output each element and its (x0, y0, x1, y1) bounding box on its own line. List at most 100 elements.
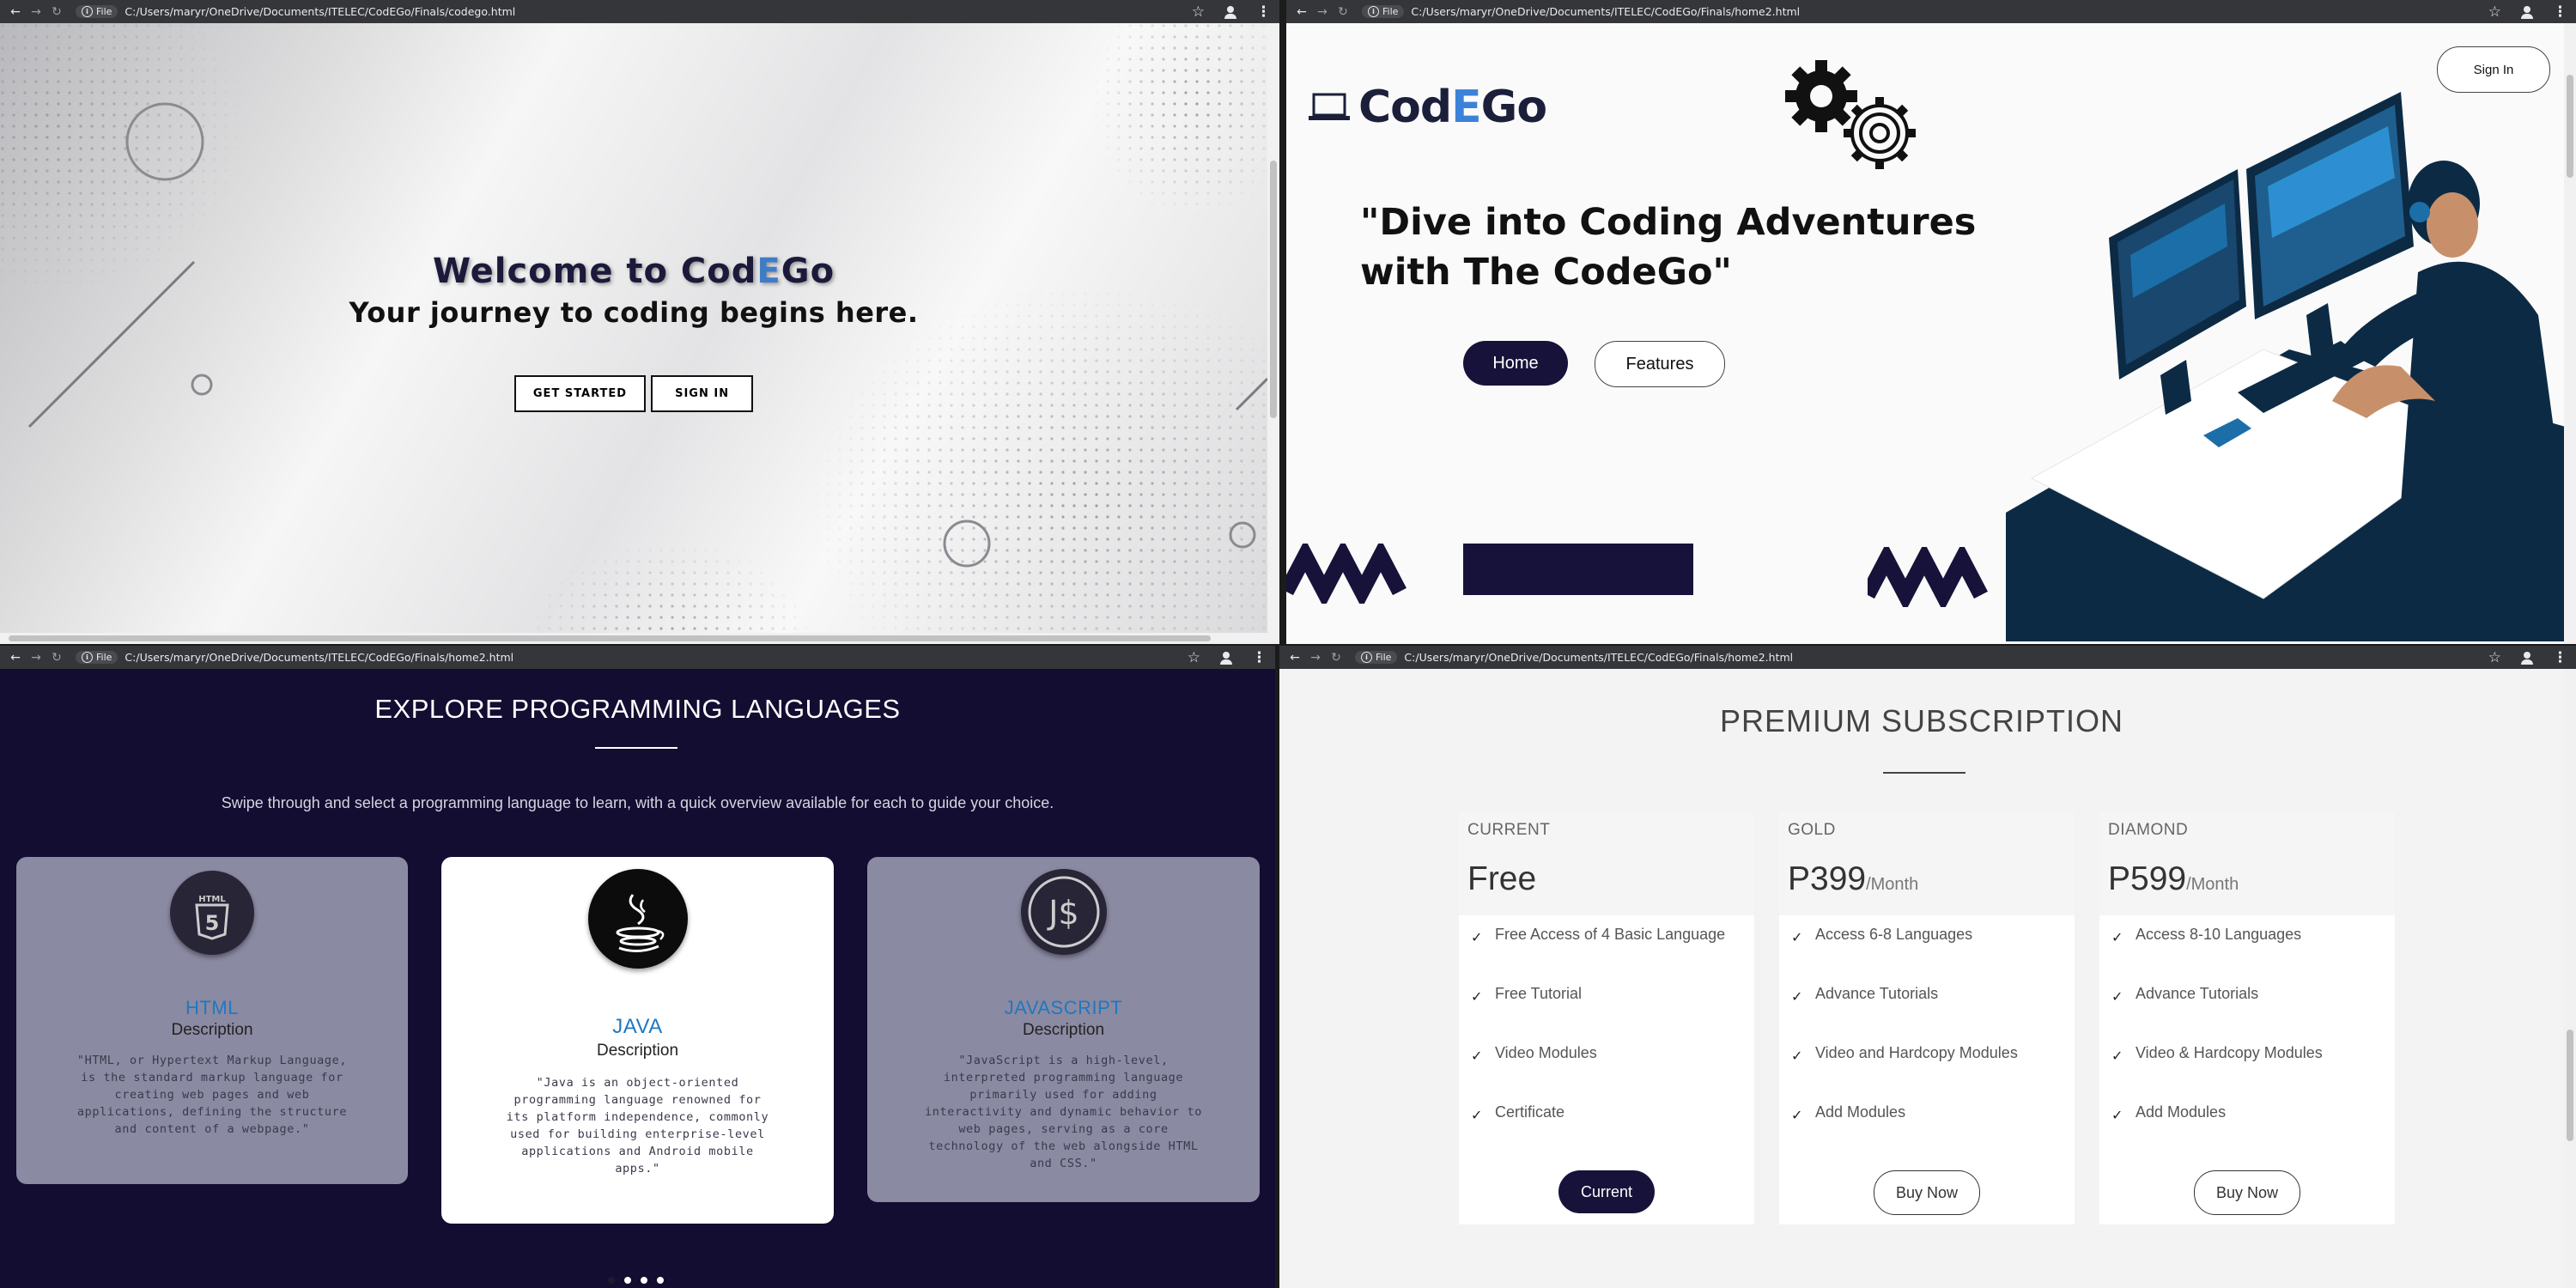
site-info-chip[interactable]: i File (76, 651, 118, 664)
java-icon (587, 869, 688, 969)
check-icon: ✓ (2111, 1049, 2123, 1064)
forward-icon[interactable]: → (26, 5, 46, 19)
address-bar[interactable]: C:/Users/maryr/OneDrive/Documents/ITELEC… (1404, 651, 1793, 664)
file-label: File (96, 652, 112, 663)
feature-item: ✓ Video and Hardcopy Modules (1791, 1044, 2018, 1064)
plan-price: P399/Month (1788, 860, 1919, 897)
back-icon[interactable]: ← (1291, 5, 1312, 19)
address-bar[interactable]: C:/Users/maryr/OneDrive/Documents/ITELEC… (125, 5, 515, 18)
sign-in-button[interactable]: SIGN IN (651, 375, 754, 412)
profile-icon[interactable] (1224, 5, 1237, 19)
check-icon: ✓ (1471, 1049, 1483, 1064)
hero-headline: "Dive into Coding Adventures with The Cod… (1360, 201, 1977, 294)
forward-icon[interactable]: → (1305, 651, 1326, 665)
reload-icon[interactable]: ↻ (1326, 651, 1346, 665)
bookmark-star-icon[interactable]: ☆ (2488, 649, 2501, 666)
language-card-html[interactable]: HTML 5 HTML Description "HTML, or Hyperte… (16, 857, 408, 1184)
forward-icon[interactable]: → (26, 651, 46, 665)
gears-icon (1785, 60, 1916, 169)
address-bar[interactable]: C:/Users/maryr/OneDrive/Documents/ITELEC… (125, 651, 513, 664)
profile-icon[interactable] (2520, 651, 2534, 665)
browser-window-languages: ← → ↻ i File C:/Users/maryr/OneDrive/Docu… (0, 646, 1275, 1288)
feature-list: ✓ Free Access of 4 Basic Language ✓ Free T… (1459, 915, 1754, 1152)
check-icon: ✓ (1791, 990, 1803, 1005)
language-card-javascript[interactable]: J$ JAVASCRIPT Description "JavaScript is… (867, 857, 1260, 1202)
site-info-chip[interactable]: i File (1355, 651, 1398, 664)
card-title: JAVASCRIPT (1004, 997, 1123, 1018)
back-icon[interactable]: ← (5, 651, 26, 665)
plan-card-current: CURRENT Free ✓ Free Access of 4 Basic Lan… (1459, 812, 1754, 1224)
feature-item: ✓ Access 8-10 Languages (2111, 926, 2302, 945)
plan-card-gold: GOLD P399/Month ✓ Access 6-8 Languages ✓ A… (1779, 812, 2075, 1224)
info-icon: i (82, 652, 93, 663)
bookmark-star-icon[interactable]: ☆ (2488, 3, 2501, 21)
card-title: HTML (185, 997, 239, 1018)
menu-kebab-icon[interactable]: ⋮ (2553, 3, 2567, 21)
home-button[interactable]: Home (1463, 341, 1568, 386)
back-icon[interactable]: ← (5, 5, 26, 19)
menu-kebab-icon[interactable]: ⋮ (1252, 649, 1267, 666)
back-icon[interactable]: ← (1285, 651, 1305, 665)
carousel-dot[interactable] (641, 1277, 647, 1284)
plan-label: CURRENT (1467, 821, 1551, 839)
section-description: Swipe through and select a programming l… (221, 794, 1054, 811)
check-icon: ✓ (1791, 1109, 1803, 1123)
welcome-subtitle: Your journey to coding begins here. (349, 296, 919, 329)
forward-icon[interactable]: → (1312, 5, 1333, 19)
carousel-dot[interactable] (657, 1277, 664, 1284)
section-heading: EXPLORE PROGRAMMING LANGUAGES (374, 694, 901, 724)
menu-kebab-icon[interactable]: ⋮ (1256, 3, 1271, 21)
vertical-scrollbar[interactable] (2564, 23, 2576, 644)
bookmark-star-icon[interactable]: ☆ (1188, 649, 1200, 666)
features-button[interactable]: Features (1595, 341, 1725, 387)
current-plan-button[interactable]: Current (1558, 1170, 1655, 1213)
info-icon: i (1361, 652, 1372, 663)
languages-section: EXPLORE PROGRAMMING LANGUAGES Swipe thro… (0, 669, 1275, 1288)
welcome-title: Welcome to CodEGo (432, 252, 835, 291)
vertical-scrollbar[interactable] (1267, 23, 1279, 644)
reload-icon[interactable]: ↻ (46, 5, 67, 19)
info-icon: i (1368, 6, 1379, 17)
feature-item: ✓ Advance Tutorials (1791, 985, 1939, 1005)
menu-kebab-icon[interactable]: ⋮ (2553, 649, 2567, 666)
bookmark-star-icon[interactable]: ☆ (1192, 3, 1205, 21)
check-icon: ✓ (1471, 1109, 1483, 1123)
card-title: JAVA (612, 1015, 663, 1038)
profile-icon[interactable] (1219, 651, 1233, 665)
codego-logo[interactable]: CodEGo (1309, 82, 1547, 133)
plan-price: P599/Month (2108, 860, 2239, 897)
browser-toolbar: ← → ↻ i File C:/Users/maryr/OneDrive/Docu… (0, 0, 1279, 23)
language-card-java[interactable]: JAVA Description "Java is an object-orie… (441, 857, 834, 1224)
browser-toolbar: ← → ↻ i File C:/Users/maryr/OneDrive/Docu… (1286, 0, 2576, 23)
site-info-chip[interactable]: i File (76, 5, 118, 18)
heading-underline (1883, 772, 1965, 774)
profile-icon[interactable] (2520, 5, 2534, 19)
buy-now-button[interactable]: Buy Now (1874, 1170, 1980, 1215)
horizontal-scrollbar[interactable] (0, 633, 1267, 644)
feature-item: ✓ Free Tutorial (1471, 985, 1583, 1005)
logo-text: CodEGo (1358, 82, 1547, 133)
vertical-scrollbar[interactable] (2564, 669, 2576, 1288)
feature-list: ✓ Access 8-10 Languages ✓ Advance Tutorial… (2099, 915, 2395, 1152)
check-icon: ✓ (2111, 990, 2123, 1005)
card-body: "Java is an object-oriented programming … (506, 1076, 769, 1176)
carousel-dot[interactable] (624, 1277, 631, 1284)
card-subtitle: Description (1022, 1021, 1105, 1039)
zigzag-decoration (1868, 547, 1988, 607)
address-bar[interactable]: C:/Users/maryr/OneDrive/Documents/ITELEC… (1411, 5, 1800, 18)
browser-window-welcome: ← → ↻ i File C:/Users/maryr/OneDrive/Docu… (0, 0, 1279, 644)
info-icon: i (82, 6, 93, 17)
buy-now-button[interactable]: Buy Now (2194, 1170, 2300, 1215)
check-icon: ✓ (1471, 931, 1483, 945)
feature-item: ✓ Add Modules (1791, 1103, 1906, 1123)
carousel-pagination (608, 1277, 664, 1284)
home-hero: CodEGo Sign In "Dive into Coding Adventu… (1286, 23, 2564, 644)
reload-icon[interactable]: ↻ (1333, 5, 1353, 19)
get-started-button[interactable]: GET STARTED (513, 375, 647, 412)
check-icon: ✓ (1791, 1049, 1803, 1064)
reload-icon[interactable]: ↻ (46, 651, 67, 665)
check-icon: ✓ (1791, 931, 1803, 945)
carousel-dot[interactable] (608, 1277, 615, 1284)
svg-text:HTML: HTML (198, 895, 226, 904)
site-info-chip[interactable]: i File (1362, 5, 1405, 18)
